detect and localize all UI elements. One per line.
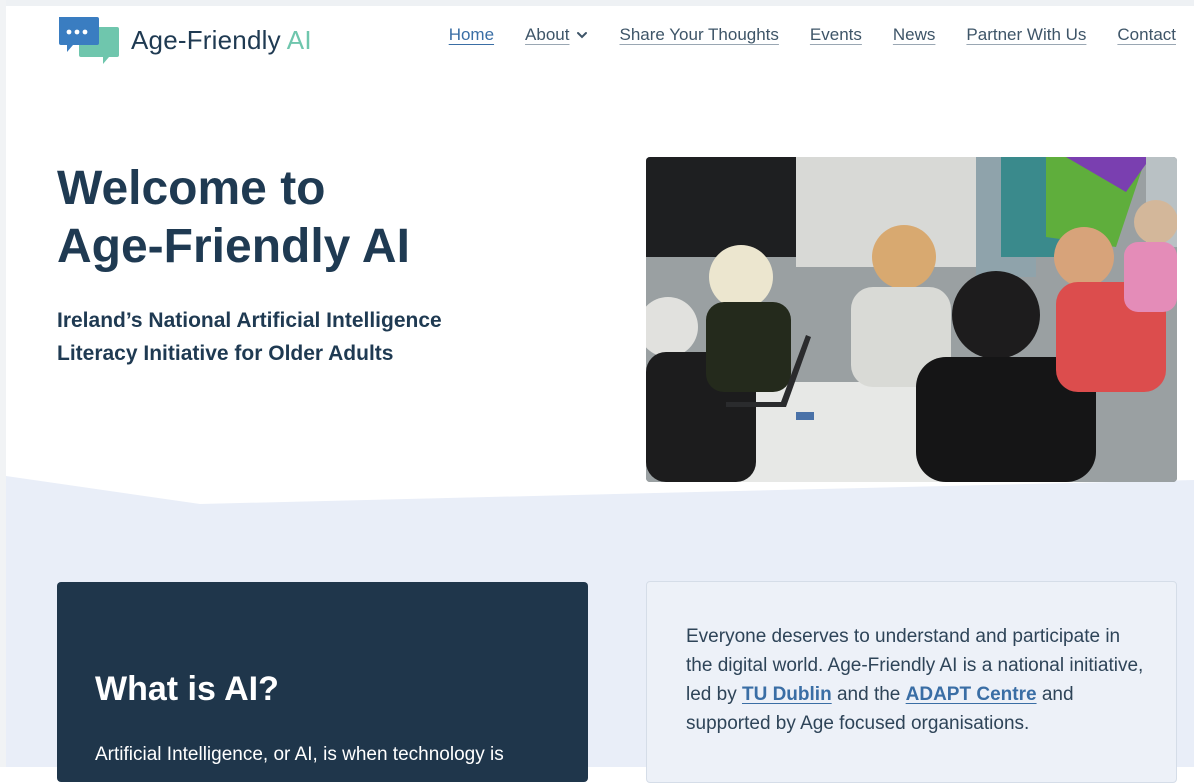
nav-home[interactable]: Home (449, 25, 494, 45)
chevron-down-icon (577, 32, 588, 39)
nav-share-your-thoughts[interactable]: Share Your Thoughts (619, 25, 778, 45)
hero-title-line-1: Welcome to (57, 162, 326, 215)
nav-about[interactable]: About (525, 25, 588, 45)
intro-text-part-2: and the (831, 684, 906, 705)
nav-partner-with-us[interactable]: Partner With Us (966, 25, 1086, 45)
logo-wordmark: Age-Friendly AI (131, 25, 312, 56)
nav-events[interactable]: Events (810, 25, 862, 45)
group-workshop-photo (646, 157, 1177, 482)
hero-title: Welcome to Age-Friendly AI (57, 160, 577, 276)
logo-name: Age-Friendly (131, 24, 287, 55)
what-is-ai-text: Artificial Intelligence, or AI, is when … (95, 744, 504, 765)
intro-text: Everyone deserves to understand and part… (686, 622, 1146, 738)
main-nav: Home About Share Your Thoughts Events Ne… (418, 25, 1176, 45)
what-is-ai-heading: What is AI? (95, 670, 279, 708)
intro-card: Everyone deserves to understand and part… (646, 581, 1177, 783)
nav-contact[interactable]: Contact (1117, 25, 1176, 45)
what-is-ai-card: What is AI? Artificial Intelligence, or … (57, 582, 588, 782)
adapt-centre-link[interactable]: ADAPT Centre (906, 684, 1037, 705)
chat-bubbles-icon (57, 15, 121, 65)
tu-dublin-link[interactable]: TU Dublin (742, 684, 832, 705)
hero-subtitle-line-1: Ireland’s National Artificial Intelligen… (57, 309, 442, 332)
hero-subtitle-line-2: Literacy Initiative for Older Adults (57, 342, 394, 365)
hero-title-line-2: Age-Friendly AI (57, 220, 410, 273)
site-header: Age-Friendly AI Home About Share Your Th… (0, 6, 1194, 68)
hero-subtitle: Ireland’s National Artificial Intelligen… (57, 304, 577, 370)
logo-name-accent: AI (286, 24, 312, 55)
nav-news[interactable]: News (893, 25, 936, 45)
nav-about-label: About (525, 25, 570, 44)
site-logo[interactable]: Age-Friendly AI (57, 15, 312, 65)
